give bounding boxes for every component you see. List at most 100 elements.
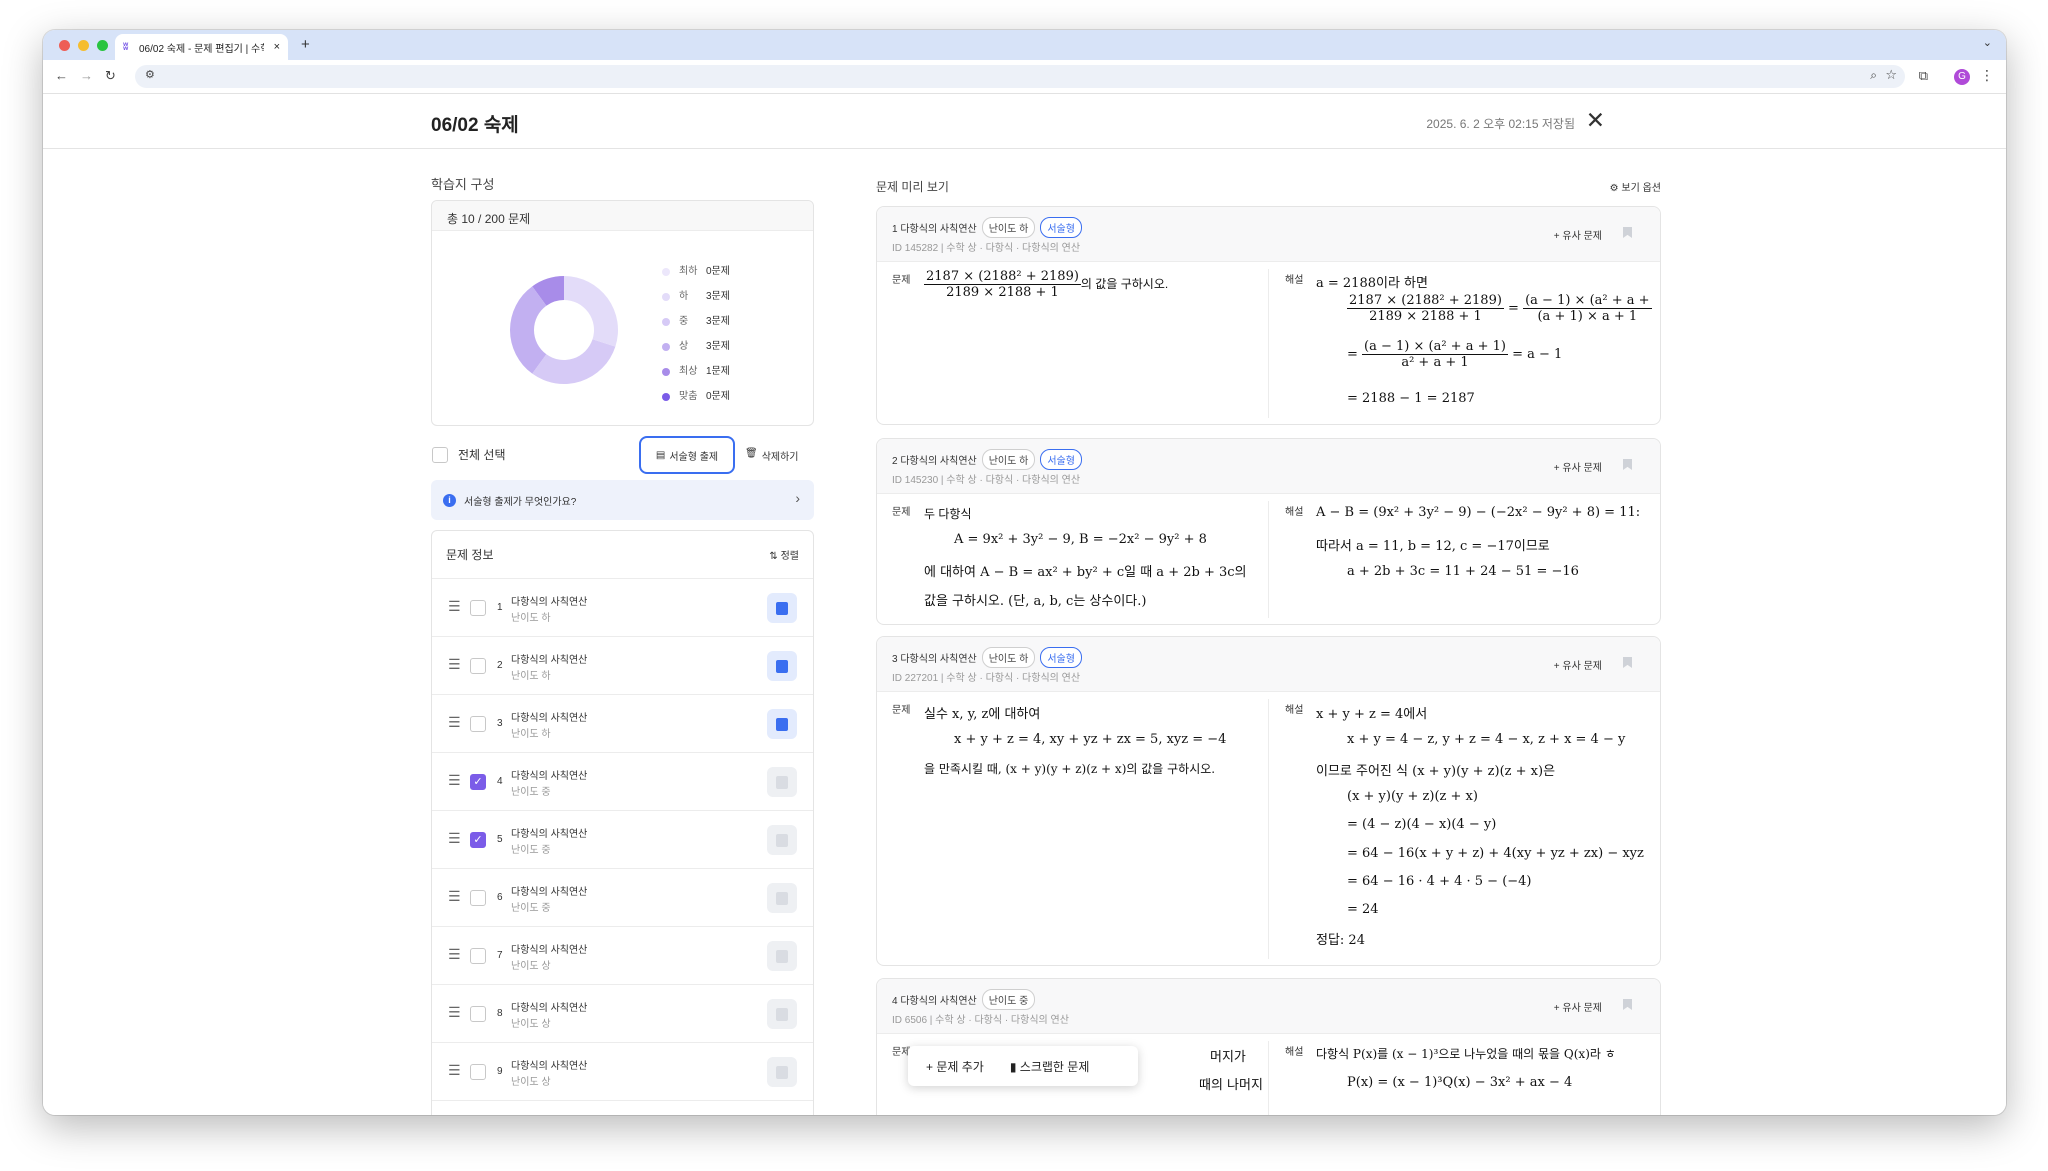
drag-handle-icon[interactable]: ☰: [448, 715, 461, 729]
total-count: 총 10 / 200 문제: [432, 201, 813, 231]
legend-count: 3문제: [706, 316, 730, 327]
question-title: 다항식의 사칙연산: [511, 771, 588, 782]
similar-problem-button[interactable]: + 유사 문제: [1554, 459, 1602, 474]
question-checkbox[interactable]: [470, 890, 486, 906]
similar-problem-button[interactable]: + 유사 문제: [1554, 227, 1602, 242]
chevron-right-icon: ›: [795, 490, 800, 506]
question-title: 다항식의 사칙연산: [511, 597, 588, 608]
question-list-item[interactable]: ☰ 2 다항식의 사칙연산 난이도 하: [432, 637, 813, 695]
write-toggle-button[interactable]: [767, 651, 797, 681]
fraction-denominator: 2189 × 2188 + 1: [1369, 309, 1482, 324]
solution-line: 다항식 P(x)를 (x − 1)³으로 나누었을 때의 몫을 Q(x)라 ㅎ: [1316, 1047, 1616, 1061]
write-toggle-button[interactable]: [767, 999, 797, 1029]
type-tag: 서술형: [1040, 217, 1082, 238]
select-all-checkbox[interactable]: [432, 446, 448, 463]
scrap-button[interactable]: ▮ 스크랩한 문제: [1010, 1058, 1090, 1075]
question-number: 8: [497, 1008, 503, 1019]
write-toggle-button[interactable]: [767, 883, 797, 913]
problem-text: 의 값을 구하시오.: [1080, 277, 1169, 291]
question-level: 난이도 상: [511, 1077, 551, 1088]
select-all[interactable]: 전체 선택: [432, 446, 506, 463]
write-toggle-button[interactable]: [767, 941, 797, 971]
sort-button[interactable]: ⇅ 정렬: [769, 547, 799, 562]
question-list-item[interactable]: ☰ 6 다항식의 사칙연산 난이도 중: [432, 869, 813, 927]
question-list-item[interactable]: ☰ 9 다항식의 사칙연산 난이도 상: [432, 1043, 813, 1101]
bookmark-star-icon[interactable]: ☆: [1885, 67, 1897, 83]
zoom-icon[interactable]: ⌕: [1870, 68, 1877, 83]
drag-handle-icon[interactable]: ☰: [448, 657, 461, 671]
close-editor-icon[interactable]: ✕: [1586, 107, 1605, 134]
question-title: 다항식의 사칙연산: [511, 1061, 588, 1072]
add-question-button[interactable]: + 문제 추가: [926, 1058, 984, 1075]
write-toggle-button[interactable]: [767, 825, 797, 855]
question-title: 다항식의 사칙연산: [511, 945, 588, 956]
write-toggle-button[interactable]: [767, 1057, 797, 1087]
question-list-item[interactable]: ☰ 1 다항식의 사칙연산 난이도 하: [432, 579, 813, 637]
question-list-item[interactable]: ☰ 8 다항식의 사칙연산 난이도 상: [432, 985, 813, 1043]
page-header: 06/02 숙제 2025. 6. 2 오후 02:15 저장됨 ✕: [43, 95, 2006, 149]
browser-menu-icon[interactable]: ⋮: [1980, 67, 1994, 84]
bookmark-icon[interactable]: [1623, 657, 1632, 668]
extensions-icon[interactable]: ⧉: [1919, 68, 1928, 84]
problem-title: 1 다항식의 사칙연산: [892, 224, 977, 235]
reload-icon[interactable]: ↻: [105, 68, 116, 84]
browser-tab[interactable]: ʬ 06/02 숙제 - 문제 편집기 | 수학대 ×: [115, 34, 288, 60]
legend-item: 최상 1문제: [662, 359, 730, 384]
bookmark-icon[interactable]: [1623, 999, 1632, 1010]
legend-dot: [662, 267, 670, 276]
question-title: 다항식의 사칙연산: [511, 829, 588, 840]
tab-close-icon[interactable]: ×: [274, 41, 280, 53]
question-number: 1: [497, 602, 503, 613]
forward-arrow-icon[interactable]: →: [80, 68, 93, 83]
question-level: 난이도 상: [511, 961, 551, 972]
problem-title: 2 다항식의 사칙연산: [892, 456, 977, 467]
back-arrow-icon[interactable]: ←: [55, 68, 68, 83]
minimize-window-button[interactable]: [78, 40, 89, 51]
document-edit-icon: [776, 775, 788, 789]
preview-panel: 문제 미리 보기 ⚙ 보기 옵션 1 다항식의 사칙연산 난이도 하 서술형 ID …: [876, 174, 1661, 1115]
question-checkbox[interactable]: [470, 716, 486, 732]
question-checkbox[interactable]: [470, 1006, 486, 1022]
problem-card-header: 4 다항식의 사칙연산 난이도 중 ID 6506 | 수학 상 · 다항식 · …: [877, 979, 1660, 1034]
problem-text: 을 만족시킬 때, (x + y)(y + z)(z + x)의 값을 구하시오…: [924, 762, 1216, 776]
drag-handle-icon[interactable]: ☰: [448, 947, 461, 961]
question-list-item[interactable]: ☰ 7 다항식의 사칙연산 난이도 상: [432, 927, 813, 985]
question-list-item[interactable]: ☰ ✓ 4 다항식의 사칙연산 난이도 중: [432, 753, 813, 811]
drag-handle-icon[interactable]: ☰: [448, 1005, 461, 1019]
similar-problem-button[interactable]: + 유사 문제: [1554, 657, 1602, 672]
question-checkbox[interactable]: [470, 600, 486, 616]
new-tab-button[interactable]: +: [301, 36, 310, 53]
tab-search-chevron-icon[interactable]: ⌄: [1983, 36, 1992, 49]
question-level: 난이도 하: [511, 729, 551, 740]
site-settings-icon[interactable]: ⚙: [145, 68, 155, 81]
bookmark-icon[interactable]: [1623, 227, 1632, 238]
bookmark-icon[interactable]: [1623, 459, 1632, 470]
drag-handle-icon[interactable]: ☰: [448, 831, 461, 845]
address-bar[interactable]: ⚙ ⌕ ☆: [135, 65, 1905, 88]
write-toggle-button[interactable]: [767, 593, 797, 623]
question-list-item[interactable]: ☰ 3 다항식의 사칙연산 난이도 하: [432, 695, 813, 753]
view-options-button[interactable]: ⚙ 보기 옵션: [1610, 179, 1661, 194]
info-banner[interactable]: i 서술형 출제가 무엇인가요? ›: [431, 480, 814, 520]
close-window-button[interactable]: [59, 40, 70, 51]
question-number: 4: [497, 776, 503, 787]
write-toggle-button[interactable]: [767, 767, 797, 797]
drag-handle-icon[interactable]: ☰: [448, 889, 461, 903]
maximize-window-button[interactable]: [97, 40, 108, 51]
drag-handle-icon[interactable]: ☰: [448, 1063, 461, 1077]
question-checkbox[interactable]: [470, 1064, 486, 1080]
drag-handle-icon[interactable]: ☰: [448, 773, 461, 787]
preview-header: 문제 미리 보기 ⚙ 보기 옵션: [876, 174, 1661, 198]
write-toggle-button[interactable]: [767, 709, 797, 739]
drag-handle-icon[interactable]: ☰: [448, 599, 461, 613]
profile-avatar[interactable]: G: [1954, 69, 1970, 85]
similar-problem-button[interactable]: + 유사 문제: [1554, 999, 1602, 1014]
question-checkbox[interactable]: [470, 658, 486, 674]
question-list-item[interactable]: ☰ ✓ 5 다항식의 사칙연산 난이도 중: [432, 811, 813, 869]
question-checkbox[interactable]: ✓: [470, 774, 486, 790]
question-checkbox[interactable]: ✓: [470, 832, 486, 848]
legend-level: 상: [679, 341, 689, 352]
question-checkbox[interactable]: [470, 948, 486, 964]
delete-button[interactable]: 🗑 삭제하기: [745, 448, 799, 463]
write-question-button[interactable]: ▤ 서술형 출제: [639, 436, 735, 474]
